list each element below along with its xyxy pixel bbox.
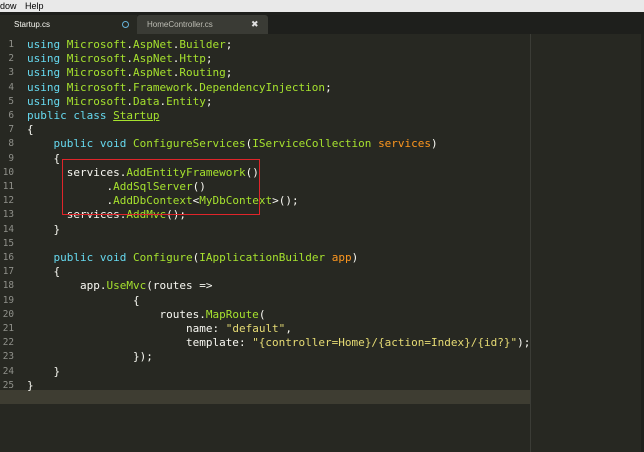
line-number: 7 [8, 124, 14, 136]
code-line[interactable]: { [27, 294, 140, 308]
current-line-highlight [0, 390, 530, 404]
line-number: 18 [2, 280, 14, 292]
line-number: 17 [2, 266, 14, 278]
highlight-annotation-box [62, 159, 260, 215]
line-number: 15 [2, 237, 14, 249]
code-line[interactable]: using Microsoft.Framework.DependencyInje… [27, 81, 332, 95]
code-line[interactable]: using Microsoft.Data.Entity; [27, 95, 212, 109]
code-line[interactable]: public class Startup [27, 109, 159, 123]
code-line[interactable]: public void Configure(IApplicationBuilde… [27, 251, 359, 265]
code-line[interactable]: { [27, 123, 34, 137]
line-number: 1 [8, 39, 14, 50]
code-line[interactable]: routes.MapRoute( [27, 308, 265, 322]
code-line[interactable]: name: "default", [27, 322, 292, 336]
line-number: 19 [2, 294, 14, 306]
line-number: 10 [2, 166, 14, 178]
menu-item-help[interactable]: Help [25, 0, 44, 12]
tab-label: HomeController.cs [147, 20, 213, 29]
line-number: 3 [8, 67, 14, 79]
line-number: 12 [2, 195, 14, 207]
line-number: 2 [8, 53, 14, 65]
line-number: 20 [2, 308, 14, 320]
line-number: 13 [2, 209, 14, 221]
menu-bar: dow Help [0, 0, 644, 12]
line-number: 21 [2, 323, 14, 334]
tab-homecontroller-cs[interactable]: HomeController.cs ✖ [137, 15, 268, 34]
line-number: 24 [2, 365, 14, 377]
line-number: 14 [2, 223, 14, 235]
tab-startup-cs[interactable]: Startup.cs [0, 15, 137, 34]
code-line[interactable]: } [27, 365, 61, 379]
code-line[interactable]: using Microsoft.AspNet.Builder; [27, 38, 232, 52]
code-line[interactable]: { [27, 265, 61, 279]
line-number: 16 [2, 252, 14, 263]
line-number: 9 [8, 152, 14, 164]
tab-label: Startup.cs [14, 20, 51, 29]
line-number: 22 [2, 337, 14, 349]
line-number: 11 [2, 181, 14, 192]
ruler-guide [530, 34, 531, 452]
tab-bar: Startup.cs HomeController.cs ✖ [0, 12, 644, 34]
code-line[interactable]: using Microsoft.AspNet.Routing; [27, 66, 232, 80]
code-line[interactable]: app.UseMvc(routes => [27, 279, 213, 293]
line-number: 4 [8, 81, 14, 93]
code-line[interactable]: } [27, 379, 34, 393]
code-line[interactable]: }); [27, 350, 153, 364]
code-line[interactable]: { [27, 152, 61, 166]
menu-item-window[interactable]: dow [0, 0, 17, 12]
code-line[interactable]: using Microsoft.AspNet.Http; [27, 52, 212, 66]
close-tab-icon[interactable]: ✖ [251, 15, 259, 34]
code-line[interactable]: public void ConfigureServices(IServiceCo… [27, 137, 438, 151]
unsaved-dot-icon [122, 21, 129, 28]
line-number: 5 [8, 95, 14, 107]
line-number: 23 [2, 351, 14, 363]
line-number: 6 [8, 110, 14, 121]
line-number: 8 [8, 138, 14, 150]
code-line[interactable]: } [27, 223, 61, 237]
code-line[interactable]: template: "{controller=Home}/{action=Ind… [27, 336, 530, 350]
